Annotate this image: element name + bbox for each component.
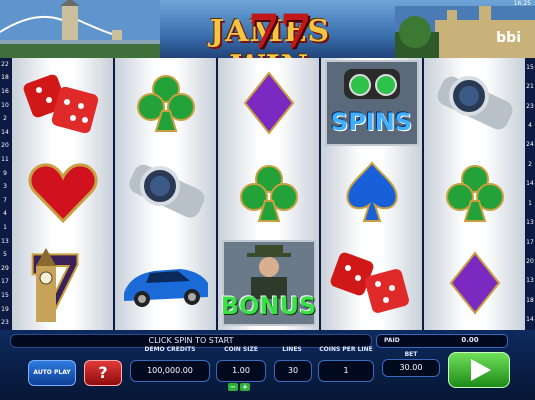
coin-size-minus-button[interactable]: − [228, 383, 238, 391]
coin-size-label: COIN SIZE [224, 346, 258, 353]
play-icon [471, 359, 491, 381]
payline-number: 18 [1, 74, 9, 82]
dice-icon [321, 238, 422, 328]
reel-5 [424, 58, 525, 330]
coins-per-line-value[interactable]: 1 [318, 360, 374, 382]
payline-number: 14 [526, 316, 534, 324]
payline-number: 1 [528, 199, 532, 207]
big-ben-seven-icon: 7 [12, 238, 113, 328]
bet-value: 30.00 [382, 359, 440, 377]
payline-number: 1 [3, 224, 7, 231]
reel-2 [115, 58, 216, 330]
paid-label: PAID [384, 337, 400, 344]
payline-number: 15 [526, 63, 534, 71]
coin-size-value: 1.00 [216, 360, 266, 382]
payline-number: 16 [1, 88, 9, 95]
spins-label: SPINS [330, 108, 413, 136]
reel-3 [218, 58, 319, 330]
diamond-icon [218, 58, 319, 148]
payline-number: 13 [1, 237, 9, 245]
payline-number: 29 [1, 264, 9, 272]
coins-per-line-label: COINS PER LINE [319, 346, 373, 353]
spin-button[interactable] [448, 352, 510, 388]
autoplay-button[interactable]: AUTO PLAY [28, 360, 76, 386]
watch-icon [115, 148, 216, 238]
payline-number: 19 [1, 305, 9, 313]
control-panel: CLICK SPIN TO START PAID 0.00 AUTO PLAY … [0, 330, 535, 400]
payline-numbers-left: 22 18 16 10 2 14 20 11 9 3 7 4 1 13 5 29 17 15 19 23 [0, 58, 10, 330]
payline-number: 17 [526, 238, 534, 246]
game-logo: JAMES WIN 77 [190, 4, 350, 60]
payline-number: 23 [1, 319, 9, 327]
payline-number: 9 [3, 169, 7, 177]
demo-credits-value: 100,000.00 [130, 360, 210, 382]
payline-number: 14 [1, 128, 9, 136]
paid-value: 0.00 [461, 336, 479, 344]
lines-label: LINES [282, 346, 302, 353]
brand-logo: bbi [496, 30, 521, 46]
sports-car-icon [115, 238, 216, 328]
payline-number: 21 [526, 83, 534, 91]
payline-number: 10 [1, 101, 9, 109]
club-icon [424, 148, 525, 238]
lines-value[interactable]: 30 [274, 360, 312, 382]
payline-number: 15 [1, 292, 9, 299]
heart-icon [12, 148, 113, 238]
payline-number: 4 [528, 122, 532, 129]
payline-number: 18 [526, 296, 534, 304]
reel-4 [321, 58, 422, 330]
logo-number: 77 [248, 4, 313, 58]
bet-label: BET [404, 351, 418, 358]
payline-number: 13 [526, 219, 534, 227]
payline-number: 3 [3, 183, 7, 191]
help-button[interactable]: ? [84, 360, 122, 386]
payline-number: 5 [3, 251, 7, 259]
reel-1: 7 [12, 58, 113, 330]
bonus-label: BONUS [220, 292, 317, 320]
payline-number: 17 [1, 278, 9, 286]
demo-credits-label: DEMO CREDITS [144, 346, 196, 353]
payline-numbers-right: 15 21 23 4 24 2 14 1 13 17 20 13 18 14 [525, 58, 535, 330]
payline-number: 22 [1, 60, 9, 68]
payline-number: 2 [528, 160, 532, 168]
coin-size-plus-button[interactable]: + [240, 383, 250, 391]
club-icon [115, 58, 216, 148]
payline-number: 20 [1, 142, 9, 150]
payline-number: 23 [526, 102, 534, 110]
watch-icon [424, 58, 525, 148]
reels-area: 7 [10, 58, 525, 330]
payline-number: 20 [526, 258, 534, 265]
status-time: 16:25 [513, 0, 531, 7]
payline-number: 7 [3, 196, 7, 204]
diamond-icon [424, 238, 525, 328]
club-icon [218, 148, 319, 238]
payline-number: 2 [3, 115, 7, 123]
dice-icon [12, 58, 113, 148]
payline-number: 24 [526, 141, 534, 149]
payline-number: 4 [3, 210, 7, 218]
game-header: JAMES WIN 77 bbi 16:25 [0, 0, 535, 60]
payline-number: 14 [526, 180, 534, 188]
spade-icon [321, 148, 422, 238]
payline-number: 11 [1, 156, 9, 163]
tower-bridge-image [0, 0, 160, 60]
payline-number: 13 [526, 277, 534, 285]
